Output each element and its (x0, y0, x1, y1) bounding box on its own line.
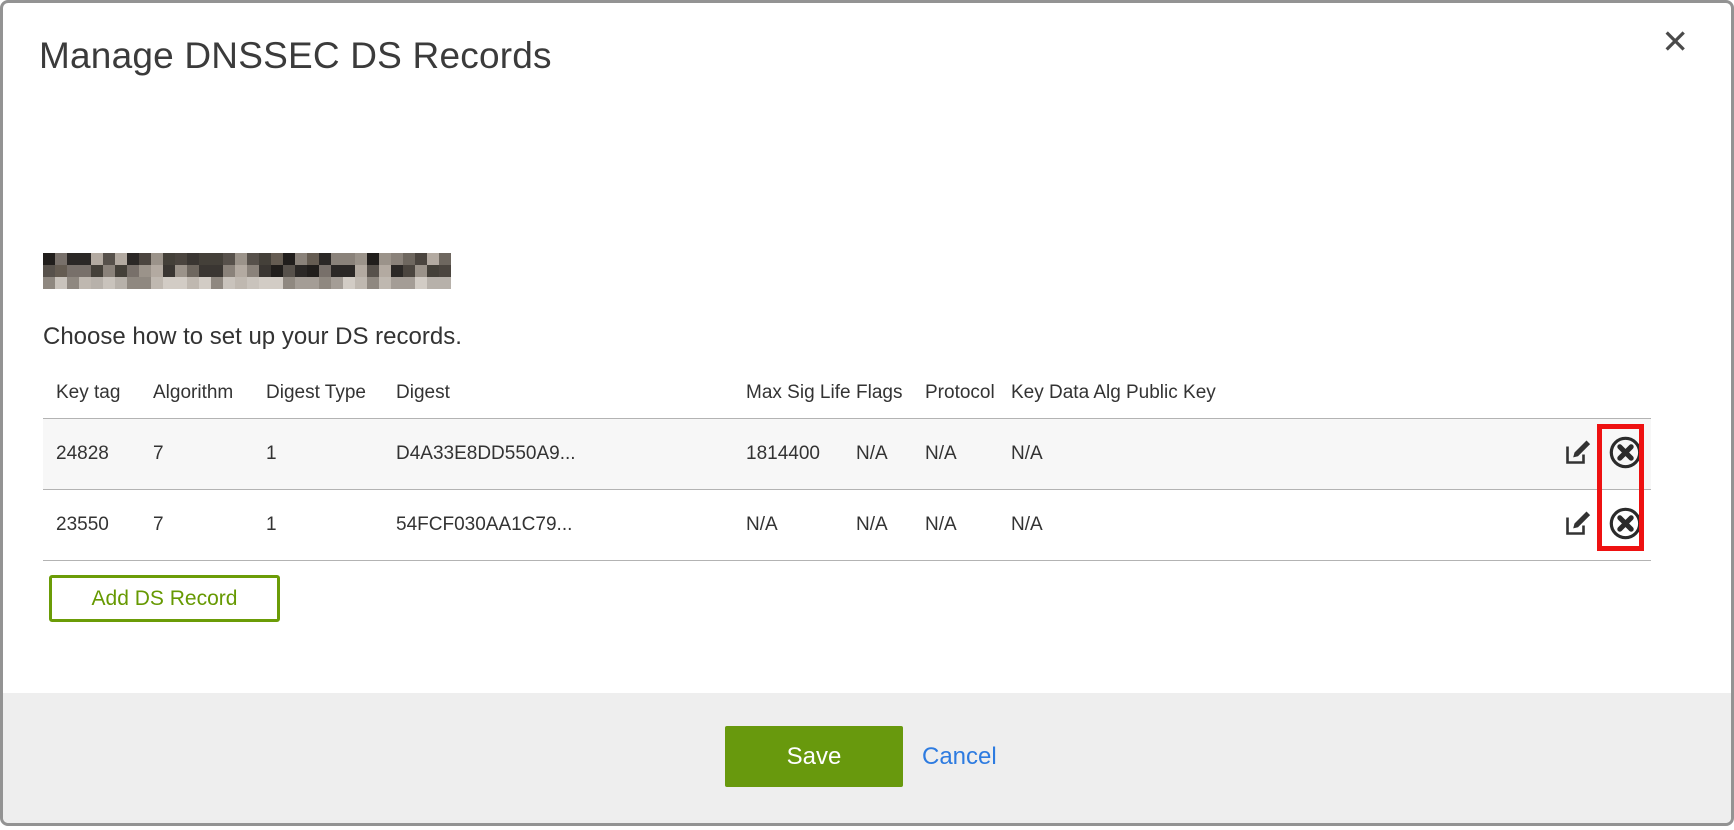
ds-records-table: Key tag Algorithm Digest Type Digest Max… (43, 363, 1651, 561)
col-header-max-sig-life: Max Sig Life (746, 382, 856, 404)
cell-key-data-alg: N/A (1011, 514, 1126, 536)
col-header-protocol: Protocol (925, 382, 1011, 404)
edit-pencil-icon (1562, 508, 1593, 542)
cell-digest-type: 1 (266, 514, 396, 536)
cell-digest: 54FCF030AA1C79... (396, 514, 746, 536)
col-header-public-key: Public Key (1126, 382, 1559, 404)
table-row: 23550 7 1 54FCF030AA1C79... N/A N/A N/A … (43, 489, 1651, 560)
col-header-key-data-alg: Key Data Alg (1011, 382, 1126, 404)
edit-record-button[interactable] (1559, 436, 1595, 472)
cell-protocol: N/A (925, 514, 1011, 536)
cell-digest: D4A33E8DD550A9... (396, 443, 746, 465)
close-icon[interactable]: ✕ (1661, 25, 1689, 58)
redacted-domain-name (43, 253, 451, 289)
instruction-text: Choose how to set up your DS records. (43, 323, 462, 351)
cell-algorithm: 7 (153, 443, 266, 465)
add-ds-record-button[interactable]: Add DS Record (49, 575, 280, 622)
delete-circle-x-icon (1607, 434, 1644, 474)
delete-record-button[interactable] (1607, 507, 1643, 543)
delete-record-button[interactable] (1607, 436, 1643, 472)
cell-max-sig-life: N/A (746, 514, 856, 536)
save-button[interactable]: Save (725, 726, 903, 787)
cell-key-tag: 23550 (56, 514, 153, 536)
dialog-title: Manage DNSSEC DS Records (39, 35, 552, 77)
col-header-digest-type: Digest Type (266, 382, 396, 404)
table-row: 24828 7 1 D4A33E8DD550A9... 1814400 N/A … (43, 418, 1651, 489)
col-header-key-tag: Key tag (56, 382, 153, 404)
cell-key-tag: 24828 (56, 443, 153, 465)
cell-digest-type: 1 (266, 443, 396, 465)
cell-flags: N/A (856, 443, 925, 465)
col-header-digest: Digest (396, 382, 746, 404)
cell-max-sig-life: 1814400 (746, 443, 856, 465)
delete-circle-x-icon (1607, 505, 1644, 545)
cell-algorithm: 7 (153, 514, 266, 536)
edit-record-button[interactable] (1559, 507, 1595, 543)
table-header-row: Key tag Algorithm Digest Type Digest Max… (43, 363, 1651, 418)
cancel-link[interactable]: Cancel (922, 726, 997, 787)
manage-dnssec-dialog: Manage DNSSEC DS Records ✕ Choose how to… (0, 0, 1734, 826)
cell-protocol: N/A (925, 443, 1011, 465)
edit-pencil-icon (1562, 437, 1593, 471)
dialog-footer: Save Cancel (3, 693, 1731, 823)
col-header-algorithm: Algorithm (153, 382, 266, 404)
cell-key-data-alg: N/A (1011, 443, 1126, 465)
cell-flags: N/A (856, 514, 925, 536)
col-header-flags: Flags (856, 382, 925, 404)
